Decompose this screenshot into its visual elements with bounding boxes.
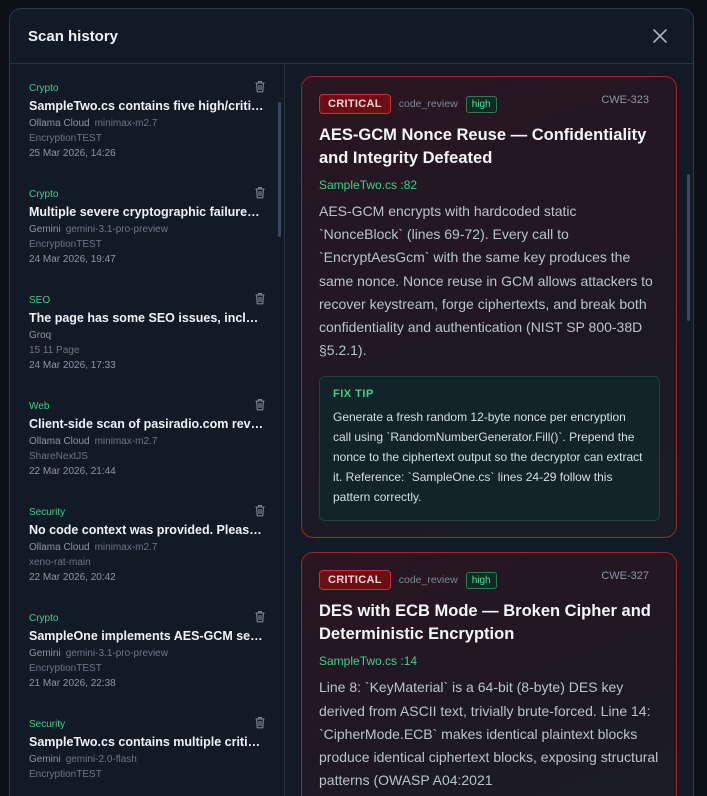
history-item-date: 21 Mar 2026, 22:38 xyxy=(29,678,116,689)
trash-icon xyxy=(255,81,265,93)
finding-title: DES with ECB Mode — Broken Cipher and De… xyxy=(319,602,651,644)
history-item-category: Crypto xyxy=(29,189,59,200)
history-item-summary: Client-side scan of pasiradio.com reveal… xyxy=(29,417,265,431)
history-item-summary: SampleTwo.cs contains multiple critical … xyxy=(29,735,265,749)
history-item[interactable]: Security SampleTwo.cs contains multiple … xyxy=(10,700,284,796)
finding-title: AES-GCM Nonce Reuse — Confidentiality an… xyxy=(319,126,647,167)
history-item-category: Security xyxy=(29,507,66,518)
confidence-badge: high xyxy=(465,571,497,589)
delete-history-button[interactable] xyxy=(254,292,266,305)
delete-history-button[interactable] xyxy=(254,504,266,517)
history-item-provider: Ollama Cloud xyxy=(29,542,90,553)
history-item-summary: SampleTwo.cs contains five high/critical… xyxy=(29,99,265,113)
history-item-provider: Groq xyxy=(29,330,52,341)
delete-history-button[interactable] xyxy=(254,80,266,93)
finding-description: Line 8: `KeyMaterial` is a 64-bit (8-byt… xyxy=(319,679,659,789)
history-item-category: Crypto xyxy=(29,83,59,94)
trash-icon xyxy=(255,717,265,729)
history-item[interactable]: Web Client-side scan of pasiradio.com re… xyxy=(10,382,284,488)
history-item-project: EncryptionTEST xyxy=(29,239,102,250)
history-item-provider: Ollama Cloud xyxy=(29,436,90,447)
finding-card: CRITICAL code_review high CWE-323 AES-GC… xyxy=(301,76,677,539)
history-item-category: Web xyxy=(29,401,50,412)
history-item-model: minimax-m2.7 xyxy=(94,118,158,129)
cwe-id: CWE-327 xyxy=(601,570,649,583)
findings-scrollbar[interactable] xyxy=(687,174,690,321)
history-item-category: SEO xyxy=(29,295,51,306)
history-item-summary: SampleOne implements AES-GCM securely xyxy=(29,629,265,643)
history-item-summary: Multiple severe cryptographic failures d… xyxy=(29,205,265,219)
history-item-provider-line: Groq xyxy=(29,329,264,343)
history-item[interactable]: Crypto SampleOne implements AES-GCM secu… xyxy=(10,594,284,700)
history-item-date: 25 Mar 2026, 14:26 xyxy=(29,148,116,159)
history-item-project: 15 11 Page xyxy=(29,345,80,356)
history-item[interactable]: Crypto SampleTwo.cs contains five high/c… xyxy=(10,64,284,170)
severity-badge: CRITICAL xyxy=(319,570,391,591)
history-item-project: xeno-rat-main xyxy=(29,557,91,568)
history-item-model: gemini-3.1-pro-preview xyxy=(65,648,168,659)
close-icon xyxy=(653,29,667,43)
history-item-summary: The page has some SEO issues, including … xyxy=(29,311,265,325)
trash-icon xyxy=(255,505,265,517)
finding-source: code_review xyxy=(398,98,458,110)
findings-panel[interactable]: CRITICAL code_review high CWE-323 AES-GC… xyxy=(285,64,693,796)
delete-history-button[interactable] xyxy=(254,398,266,411)
history-item-provider: Gemini xyxy=(29,754,61,765)
delete-history-button[interactable] xyxy=(254,716,266,729)
history-item-provider-line: Ollama Cloud minimax-m2.7 xyxy=(29,117,264,131)
scan-history-modal: Scan history Crypto SampleTwo.cs contain… xyxy=(9,8,694,796)
close-button[interactable] xyxy=(649,25,671,47)
history-item-provider-line: Ollama Cloud minimax-m2.7 xyxy=(29,435,264,449)
confidence-badge: high xyxy=(465,95,497,113)
history-item-date: 24 Mar 2026, 17:33 xyxy=(29,360,116,371)
history-item-project: ShareNextJS xyxy=(29,451,88,462)
trash-icon xyxy=(255,399,265,411)
modal-title: Scan history xyxy=(28,27,119,45)
modal-header: Scan history xyxy=(10,9,693,64)
finding-card: CRITICAL code_review high CWE-327 DES wi… xyxy=(301,552,677,796)
history-item-model: minimax-m2.7 xyxy=(94,542,158,553)
history-item-summary: No code context was provided. Please pro… xyxy=(29,523,265,537)
history-item-provider: Gemini xyxy=(29,648,61,659)
history-item-date: 22 Mar 2026, 21:44 xyxy=(29,466,116,477)
fix-tip-box: FIX TIP Generate a fresh random 12-byte … xyxy=(319,376,660,522)
history-item[interactable]: Security No code context was provided. P… xyxy=(10,488,284,594)
history-item[interactable]: SEO The page has some SEO issues, includ… xyxy=(10,276,284,382)
finding-description: AES-GCM encrypts with hardcoded static `… xyxy=(319,203,653,359)
history-item-date: 22 Mar 2026, 20:42 xyxy=(29,572,116,583)
history-item-provider-line: Gemini gemini-3.1-pro-preview xyxy=(29,647,264,661)
finding-location-link[interactable]: SampleTwo.cs :82 xyxy=(319,178,660,192)
history-item-category: Crypto xyxy=(29,613,59,624)
cwe-id: CWE-323 xyxy=(601,94,649,106)
delete-history-button[interactable] xyxy=(254,186,266,199)
history-item-date: 24 Mar 2026, 19:47 xyxy=(29,254,116,265)
history-item-model: gemini-2.0-flash xyxy=(65,754,137,765)
history-item-project: EncryptionTEST xyxy=(29,133,102,144)
trash-icon xyxy=(255,611,265,623)
history-item-provider: Ollama Cloud xyxy=(29,118,90,129)
history-list[interactable]: Crypto SampleTwo.cs contains five high/c… xyxy=(10,64,285,796)
finding-location-link[interactable]: SampleTwo.cs :14 xyxy=(319,654,660,668)
history-item-provider: Gemini xyxy=(29,224,61,235)
trash-icon xyxy=(255,293,265,305)
severity-badge: CRITICAL xyxy=(319,94,391,114)
history-scrollbar[interactable] xyxy=(278,102,281,237)
delete-history-button[interactable] xyxy=(254,610,266,623)
history-item-model: minimax-m2.7 xyxy=(94,436,158,447)
history-item-project: EncryptionTEST xyxy=(29,769,102,780)
history-item-provider-line: Gemini gemini-2.0-flash xyxy=(29,753,264,767)
history-item-category: Security xyxy=(29,719,66,730)
fix-tip-label: FIX TIP xyxy=(333,388,374,401)
finding-source: code_review xyxy=(398,574,458,587)
trash-icon xyxy=(255,187,265,199)
fix-tip-text: Generate a fresh random 12-byte nonce pe… xyxy=(333,410,643,504)
history-item[interactable]: Crypto Multiple severe cryptographic fai… xyxy=(10,170,284,276)
history-item-provider-line: Ollama Cloud minimax-m2.7 xyxy=(29,541,264,555)
history-item-model: gemini-3.1-pro-preview xyxy=(65,224,168,235)
history-item-provider-line: Gemini gemini-3.1-pro-preview xyxy=(29,223,264,237)
history-item-project: EncryptionTEST xyxy=(29,663,102,674)
